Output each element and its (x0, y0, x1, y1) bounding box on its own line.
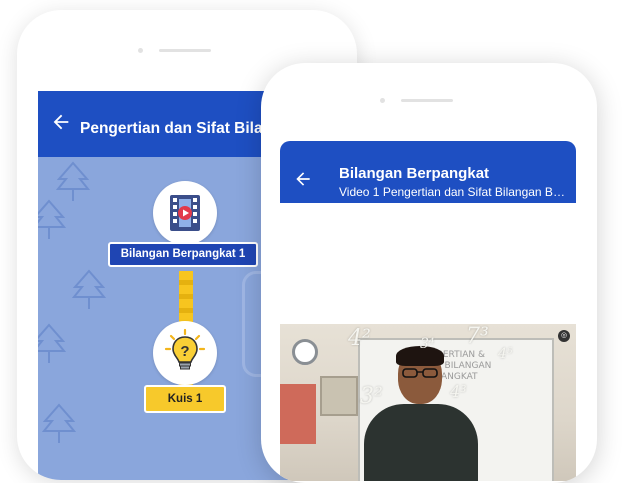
presenter-body (364, 404, 478, 481)
glasses-icon (402, 368, 438, 378)
back-arrow-icon[interactable] (50, 111, 72, 133)
exponent-overlay: 7³ (466, 324, 489, 349)
front-phone-frame: Bilangan Berpangkat Video 1 Pengertian d… (261, 63, 597, 483)
screen-title: Bilangan Berpangkat (339, 165, 490, 182)
exponent-overlay: 3⁴ (420, 336, 435, 352)
lightbulb-question-icon: ? (164, 328, 206, 370)
tree-decoration-icon (38, 323, 66, 363)
video-shelf (280, 384, 316, 444)
exponent-overlay: 4³ (450, 382, 467, 401)
quiz-label[interactable]: Kuis 1 (144, 385, 226, 413)
lesson-label[interactable]: Bilangan Berpangkat 1 (108, 242, 258, 267)
tree-decoration-icon (42, 403, 76, 443)
tree-decoration-icon (72, 269, 106, 309)
screen-subtitle: Video 1 Pengertian dan Sifat Bilangan Be… (339, 185, 571, 199)
phone-camera (138, 48, 143, 53)
exponent-overlay: 4² (348, 326, 371, 351)
video-player[interactable]: PENGERTIAN & SIFAT BILANGAN BERPANGKAT 4… (280, 324, 576, 481)
clock-icon (292, 339, 318, 365)
tree-decoration-icon (38, 199, 66, 239)
lesson-node-video[interactable] (153, 181, 217, 245)
phone-camera (380, 98, 385, 103)
video-corkboard (320, 376, 358, 416)
phone-speaker (159, 49, 211, 52)
exponent-overlay: 3² (360, 384, 383, 409)
svg-text:?: ? (180, 343, 189, 360)
video-film-icon (170, 195, 200, 231)
channel-logo-icon: ◎ (558, 330, 570, 342)
exponent-overlay: 4⁵ (498, 346, 513, 362)
app-bar: Bilangan Berpangkat Video 1 Pengertian d… (280, 141, 576, 203)
video-screen: Bilangan Berpangkat Video 1 Pengertian d… (280, 141, 576, 481)
lesson-node-quiz[interactable]: ? (153, 321, 217, 385)
phone-speaker (401, 99, 453, 102)
back-arrow-icon[interactable] (293, 169, 313, 189)
